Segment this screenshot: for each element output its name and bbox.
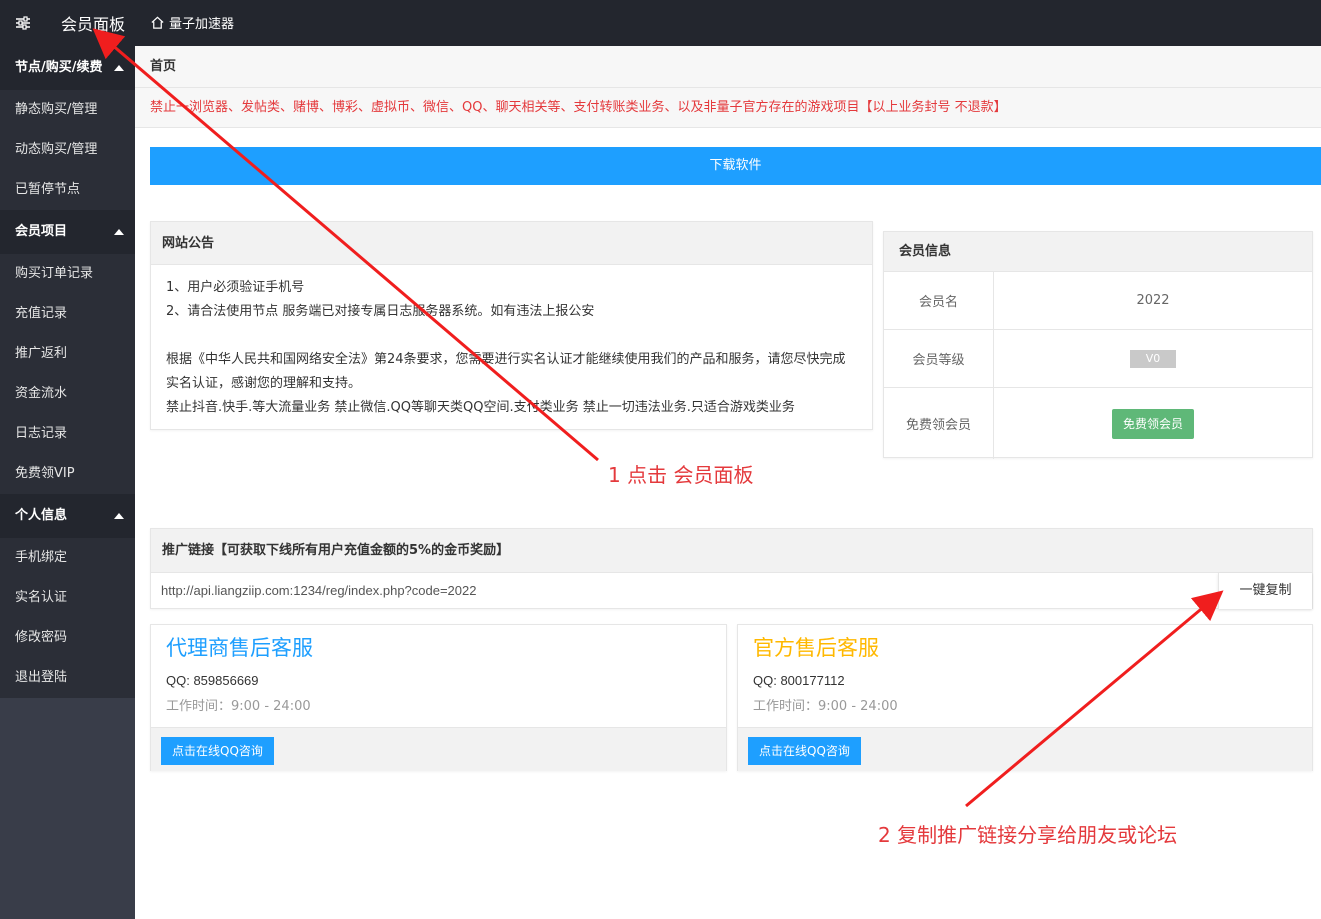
promo-url-field[interactable]: http://api.liangziip.com:1234/reg/index.…: [151, 573, 1218, 609]
agent-qq-consult-button[interactable]: 点击在线QQ咨询: [161, 737, 274, 765]
agent-service-card: 代理商售后客服 QQ: 859856669 工作时间：9:00 - 24:00 …: [150, 624, 727, 771]
announcement-title: 网站公告: [151, 222, 872, 265]
member-level-badge: V0: [1129, 349, 1177, 368]
sidebar-item-orders[interactable]: 购买订单记录: [0, 254, 135, 294]
caret-up-icon: [114, 229, 124, 235]
member-free-row: 免费领会员 免费领会员: [884, 388, 1312, 459]
sidebar-item-realname[interactable]: 实名认证: [0, 578, 135, 618]
member-info-title: 会员信息: [884, 232, 1312, 272]
sidebar-item-logout[interactable]: 退出登陆: [0, 658, 135, 698]
sidebar-section-label: 个人信息: [15, 508, 68, 523]
official-service-title: 官方售后客服: [753, 636, 879, 660]
top-bar: 会员面板 量子加速器: [0, 0, 1321, 46]
member-level-label: 会员等级: [884, 330, 994, 387]
sidebar-section-label: 会员项目: [15, 224, 68, 239]
official-qq-consult-button[interactable]: 点击在线QQ咨询: [748, 737, 861, 765]
free-member-button[interactable]: 免费领会员: [1111, 408, 1194, 439]
promo-link-title: 推广链接【可获取下线所有用户充值金额的5%的金币奖励】: [151, 529, 1312, 573]
sidebar-item-dynamic-purchase[interactable]: 动态购买/管理: [0, 130, 135, 170]
annotation-step-1: 1 点击 会员面板: [608, 463, 754, 487]
copy-link-button[interactable]: 一键复制: [1218, 573, 1312, 609]
caret-up-icon: [114, 65, 124, 71]
download-software-button[interactable]: 下载软件: [150, 147, 1321, 185]
member-panel-link[interactable]: 会员面板: [61, 11, 125, 35]
member-level-row: 会员等级 V0: [884, 330, 1312, 388]
sidebar-item-password[interactable]: 修改密码: [0, 618, 135, 658]
sidebar-section-nodes[interactable]: 节点/购买/续费: [0, 46, 135, 90]
member-free-label: 免费领会员: [884, 388, 994, 459]
sidebar: 节点/购买/续费 静态购买/管理 动态购买/管理 已暂停节点 会员项目 购买订单…: [0, 46, 135, 919]
sliders-icon[interactable]: [14, 14, 32, 32]
sidebar-section-member[interactable]: 会员项目: [0, 210, 135, 254]
home-link[interactable]: 量子加速器: [150, 13, 234, 32]
official-service-qq: QQ: 800177112: [753, 673, 845, 688]
home-icon: [151, 16, 164, 29]
member-name-label: 会员名: [884, 272, 994, 329]
sidebar-item-paused-nodes[interactable]: 已暂停节点: [0, 170, 135, 210]
sidebar-item-static-purchase[interactable]: 静态购买/管理: [0, 90, 135, 130]
official-service-hours: 工作时间：9:00 - 24:00: [753, 699, 898, 714]
breadcrumb: 首页: [135, 46, 1321, 88]
announcement-line: 1、用户必须验证手机号: [166, 280, 305, 295]
member-info-card: 会员信息 会员名 2022 会员等级 V0 免费领会员 免费领会员: [883, 231, 1313, 459]
caret-up-icon: [114, 513, 124, 519]
official-service-card: 官方售后客服 QQ: 800177112 工作时间：9:00 - 24:00 点…: [737, 624, 1313, 771]
sidebar-item-funds[interactable]: 资金流水: [0, 374, 135, 414]
sidebar-item-logs[interactable]: 日志记录: [0, 414, 135, 454]
sidebar-section-label: 节点/购买/续费: [15, 60, 103, 75]
announcement-card: 网站公告 1、用户必须验证手机号 2、请合法使用节点 服务端已对接专属日志服务器…: [150, 221, 873, 430]
announcement-body: 1、用户必须验证手机号 2、请合法使用节点 服务端已对接专属日志服务器系统。如有…: [151, 265, 872, 431]
sidebar-item-free-vip[interactable]: 免费领VIP: [0, 454, 135, 494]
home-label: 量子加速器: [169, 17, 235, 32]
sidebar-item-recharge[interactable]: 充值记录: [0, 294, 135, 334]
announcement-line: 禁止抖音.快手.等大流量业务 禁止微信.QQ等聊天类QQ空间.支付类业务 禁止一…: [166, 400, 795, 415]
sidebar-item-phone[interactable]: 手机绑定: [0, 538, 135, 578]
announcement-line: 根据《中华人民共和国网络安全法》第24条要求，您需要进行实名认证才能继续使用我们…: [166, 352, 846, 391]
member-name-value: 2022: [1136, 293, 1170, 308]
member-name-row: 会员名 2022: [884, 272, 1312, 330]
red-notice: 禁止一浏览器、发帖类、赌博、博彩、虚拟币、微信、QQ、聊天相关等、支付转账类业务…: [135, 88, 1321, 128]
agent-service-title: 代理商售后客服: [166, 636, 313, 660]
annotation-step-2: 2 复制推广链接分享给朋友或论坛: [878, 823, 1178, 847]
announcement-line: 2、请合法使用节点 服务端已对接专属日志服务器系统。如有违法上报公安: [166, 304, 595, 319]
promo-link-card: 推广链接【可获取下线所有用户充值金额的5%的金币奖励】 http://api.l…: [150, 528, 1313, 609]
agent-service-qq: QQ: 859856669: [166, 673, 259, 688]
sidebar-section-profile[interactable]: 个人信息: [0, 494, 135, 538]
agent-service-hours: 工作时间：9:00 - 24:00: [166, 699, 311, 714]
sidebar-item-referral[interactable]: 推广返利: [0, 334, 135, 374]
